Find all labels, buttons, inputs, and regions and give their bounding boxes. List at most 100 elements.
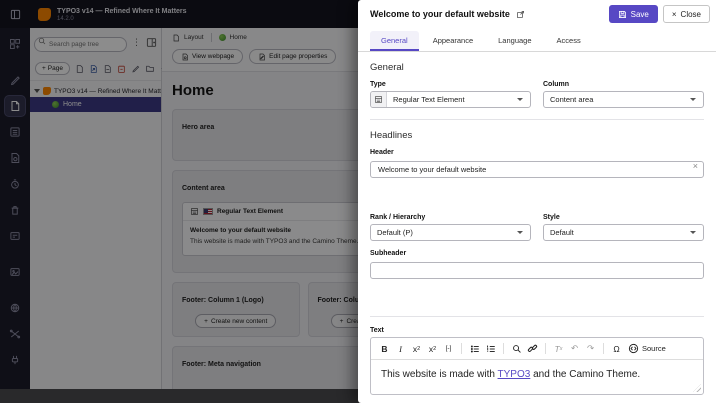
column-footer-1: Footer: Column 1 (Logo) + Create new con… [172, 282, 300, 337]
section-heading-general: General [370, 62, 704, 73]
modal-tabs: General Appearance Language Access [358, 27, 716, 52]
plus-icon: + [204, 318, 208, 325]
subheader-input[interactable] [370, 262, 704, 279]
toolbar-separator [503, 343, 504, 354]
subscript-button[interactable]: x2 [409, 341, 424, 356]
edit-page-properties-button[interactable]: Edit page properties [249, 49, 336, 64]
type-select[interactable]: Regular Text Element [370, 91, 531, 108]
rte-typo3-link[interactable]: TYPO3 [498, 369, 531, 380]
module-menu-toggle-icon[interactable] [0, 9, 30, 20]
breadcrumb-current-page[interactable]: Home [230, 34, 247, 41]
dashboard-module-icon[interactable] [5, 34, 25, 54]
header-input[interactable] [370, 161, 704, 178]
soft-hyphen-button[interactable]: [-] [441, 341, 456, 356]
typo3-logo [38, 8, 51, 21]
new-page-button[interactable]: + Page [35, 62, 70, 75]
close-label: Close [681, 10, 701, 19]
close-button[interactable]: × Close [663, 5, 710, 23]
column-label: Column [543, 81, 704, 88]
undo-button[interactable]: ↶ [567, 341, 582, 356]
page-tree: TYPO3 v14 — Refined Where It Matters Hom… [30, 81, 161, 112]
tree-root-node[interactable]: TYPO3 v14 — Refined Where It Matters [30, 85, 161, 97]
page-tree-panel: ⋮ + Page [30, 28, 162, 389]
tab-general[interactable]: General [370, 31, 419, 51]
typo3-site-icon [43, 87, 51, 95]
rte-toolbar: B I x2 x2 [-] Tx ↶ ↷ Ω [371, 338, 703, 360]
drag-new-page-icon[interactable] [75, 64, 84, 74]
divider [370, 119, 704, 120]
edit-page-icon [258, 53, 266, 61]
recycler-module-icon[interactable] [5, 200, 25, 220]
link-button[interactable] [525, 341, 540, 356]
divider [211, 33, 212, 42]
view-module-icon[interactable] [5, 148, 25, 168]
edit-icon[interactable] [131, 64, 140, 73]
folder-icon[interactable] [145, 64, 155, 73]
chevron-down-icon[interactable] [34, 89, 40, 93]
toolbar-separator [545, 343, 546, 354]
drag-mount-page-icon[interactable] [103, 64, 112, 74]
source-button[interactable]: Source [625, 341, 669, 356]
sites-module-icon[interactable] [5, 298, 25, 318]
tree-panel-toggle-icon[interactable] [146, 37, 157, 48]
resize-handle[interactable] [693, 384, 701, 392]
history-module-icon[interactable] [5, 174, 25, 194]
tab-language[interactable]: Language [487, 31, 542, 51]
drag-shortcut-page-icon[interactable] [89, 64, 98, 74]
header-label: Header [370, 149, 704, 156]
tab-appearance[interactable]: Appearance [422, 31, 484, 51]
tree-options-icon[interactable]: ⋮ [130, 38, 143, 47]
tree-root-label: TYPO3 v14 — Refined Where It Matters [54, 88, 161, 95]
column-label: Footer: Meta navigation [182, 361, 261, 368]
subheader-label: Subheader [370, 250, 704, 257]
integrations-module-icon[interactable] [5, 324, 25, 344]
edit-module-icon[interactable] [5, 70, 25, 90]
edit-page-properties-label: Edit page properties [269, 53, 327, 60]
close-icon: × [672, 10, 677, 19]
rank-hierarchy-select[interactable]: Default (P) [370, 224, 531, 241]
special-character-button[interactable]: Ω [609, 341, 624, 356]
style-value: Default [544, 228, 690, 237]
bulleted-list-button[interactable] [467, 341, 482, 356]
filelist-module-icon[interactable] [5, 262, 25, 282]
find-replace-button[interactable] [509, 341, 524, 356]
chevron-down-icon [690, 231, 696, 234]
italic-button[interactable]: I [393, 341, 408, 356]
save-button[interactable]: Save [609, 5, 658, 23]
superscript-button[interactable]: x2 [425, 341, 440, 356]
column-value: Content area [544, 95, 690, 104]
page-module-icon[interactable] [5, 96, 25, 116]
drag-spacer-icon[interactable] [117, 64, 126, 74]
superscript-small: 2 [433, 346, 436, 352]
plus-icon: + [42, 65, 46, 72]
content-type-icon [190, 207, 199, 216]
bold-button[interactable]: B [377, 341, 392, 356]
site-title: TYPO3 v14 — Refined Where It Matters [57, 7, 187, 16]
page-tree-search-input[interactable] [34, 37, 127, 52]
settings-module-icon[interactable] [5, 350, 25, 370]
rank-value: Default (P) [371, 228, 517, 237]
column-select[interactable]: Content area [543, 91, 704, 108]
column-label: Footer: Column 1 (Logo) [182, 297, 264, 304]
text-label: Text [370, 327, 704, 334]
plus-icon: + [340, 318, 344, 325]
style-label: Style [543, 214, 704, 221]
chevron-down-icon [517, 231, 523, 234]
open-record-icon[interactable] [516, 10, 525, 19]
tab-access[interactable]: Access [546, 31, 592, 51]
list-module-icon[interactable] [5, 122, 25, 142]
numbered-list-button[interactable] [483, 341, 498, 356]
column-label: Hero area [182, 124, 214, 131]
remove-format-button[interactable]: Tx [551, 341, 566, 356]
tree-node-home-selected[interactable]: Home [30, 97, 161, 112]
modal-title: Welcome to your default website [370, 9, 510, 19]
redo-button[interactable]: ↷ [583, 341, 598, 356]
style-select[interactable]: Default [543, 224, 704, 241]
layout-selector[interactable]: Layout [184, 34, 204, 41]
rte-content[interactable]: This website is made with TYPO3 and the … [371, 360, 703, 394]
forms-module-icon[interactable] [5, 226, 25, 246]
create-new-content-button[interactable]: + Create new content [195, 314, 276, 328]
clear-input-icon[interactable]: × [693, 162, 698, 171]
view-webpage-button[interactable]: View webpage [172, 49, 243, 64]
toolbar-separator [603, 343, 604, 354]
